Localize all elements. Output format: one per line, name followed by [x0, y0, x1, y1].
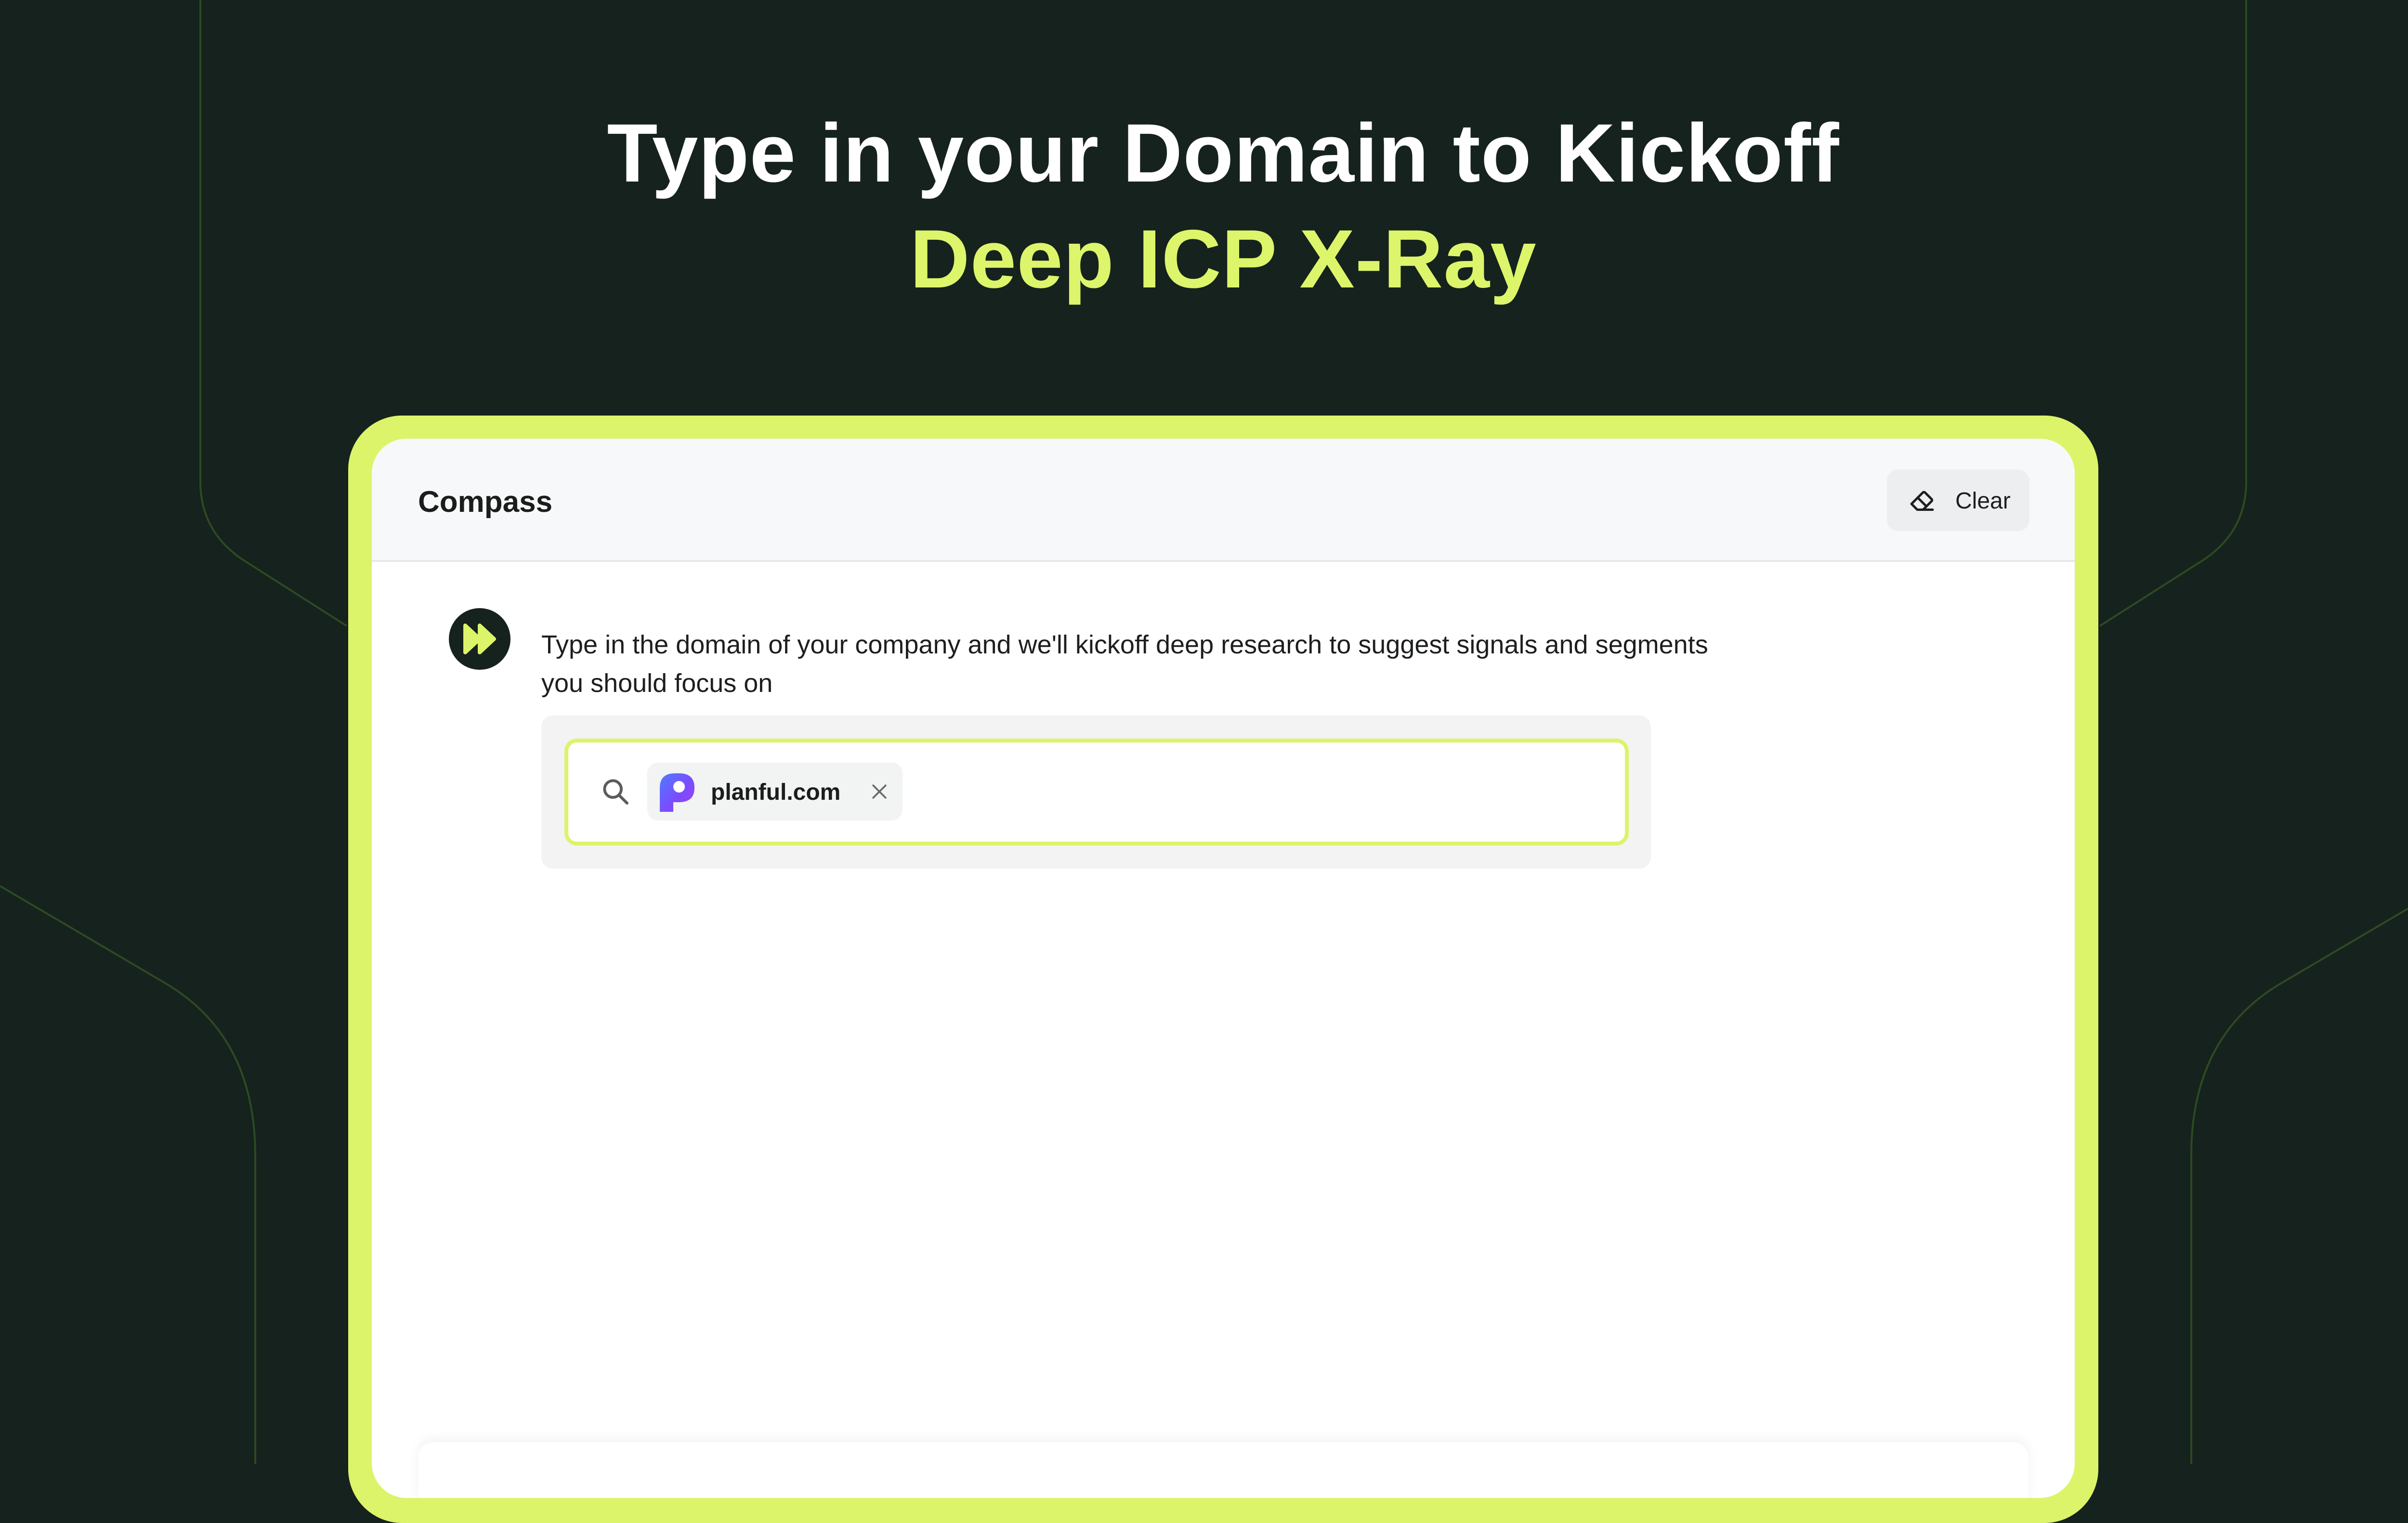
hero-title: Type in your Domain to Kickoff — [607, 107, 1840, 199]
compass-window: Compass Clear Type in the domain of your… — [372, 439, 2075, 1498]
assistant-message: Type in the domain of your company and w… — [541, 630, 1708, 698]
assistant-avatar — [449, 608, 510, 670]
search-icon — [603, 779, 628, 805]
close-icon[interactable] — [869, 781, 890, 802]
clear-button-label: Clear — [1955, 488, 2011, 514]
domain-search-input[interactable]: planful.com — [564, 739, 1629, 846]
fast-forward-icon — [463, 624, 496, 654]
window-header: Compass Clear — [372, 439, 2075, 562]
domain-chip-label: planful.com — [711, 780, 841, 805]
clear-button[interactable]: Clear — [1887, 469, 2029, 531]
planful-logo-icon — [660, 773, 694, 812]
hero-subtitle: Deep ICP X-Ray — [910, 213, 1537, 305]
window-title: Compass — [418, 485, 553, 519]
eraser-icon — [1910, 491, 1934, 511]
composer-area — [418, 1442, 2028, 1498]
domain-chip[interactable]: planful.com — [647, 763, 903, 820]
domain-search-panel: planful.com — [541, 716, 1651, 869]
